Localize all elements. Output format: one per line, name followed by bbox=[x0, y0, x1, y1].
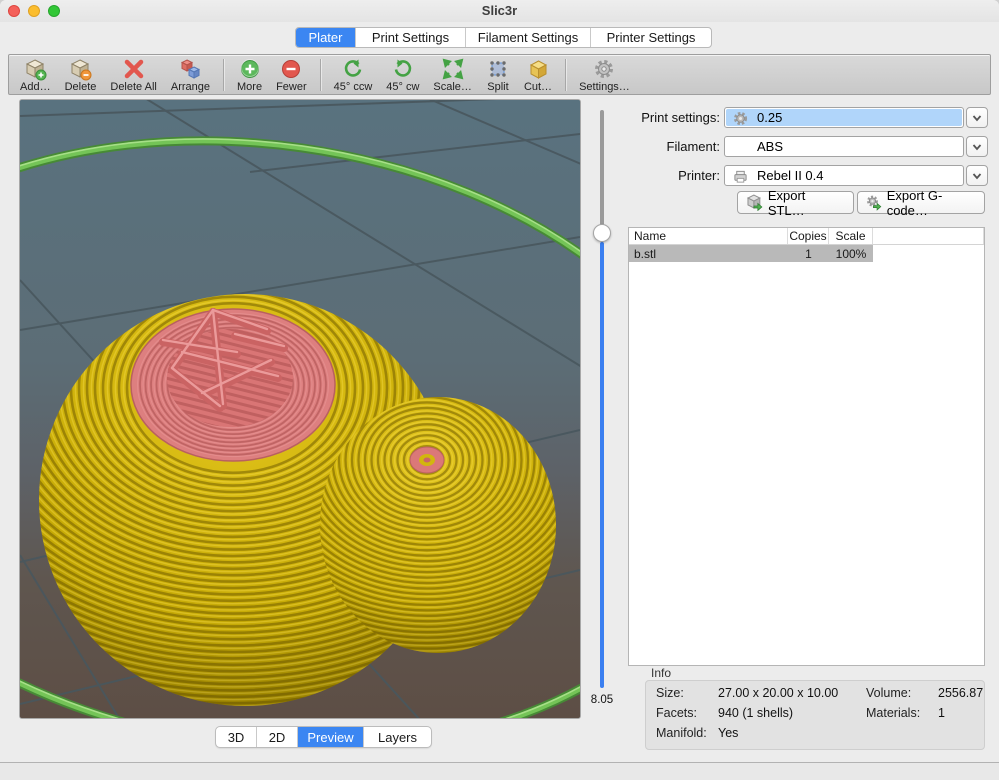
printer-value: Rebel II 0.4 bbox=[757, 166, 824, 185]
app-window: Slic3r Plater Print Settings Filament Se… bbox=[0, 0, 999, 780]
fewer-copies-icon bbox=[279, 58, 303, 81]
size-label: Size: bbox=[656, 686, 718, 706]
volume-label: Volume: bbox=[866, 686, 938, 706]
row-name: b.stl bbox=[629, 245, 788, 262]
chevron-down-icon bbox=[971, 170, 983, 182]
export-stl-button[interactable]: Export STL… bbox=[737, 191, 854, 214]
print-settings-value: 0.25 bbox=[757, 108, 782, 127]
settings-icon bbox=[592, 58, 616, 81]
scale-icon bbox=[441, 58, 465, 81]
printer-combo[interactable]: Rebel II 0.4 bbox=[724, 165, 964, 186]
layer-slider-track-lower[interactable] bbox=[600, 242, 604, 688]
layer-slider-thumb[interactable] bbox=[593, 224, 611, 242]
cut-button[interactable]: Cut… bbox=[517, 57, 559, 93]
main-tab-bar: Plater Print Settings Filament Settings … bbox=[295, 27, 712, 48]
fewer-button[interactable]: Fewer bbox=[269, 57, 314, 93]
export-gcode-icon bbox=[866, 194, 882, 211]
more-copies-icon bbox=[238, 58, 262, 81]
print-settings-dropdown-button[interactable] bbox=[966, 107, 988, 128]
object-list-header: Name Copies Scale bbox=[629, 228, 984, 245]
add-object-icon bbox=[23, 58, 47, 81]
tab-plater[interactable]: Plater bbox=[296, 28, 356, 47]
column-header-name[interactable]: Name bbox=[629, 228, 788, 244]
printer-dropdown-button[interactable] bbox=[966, 165, 988, 186]
settings-button[interactable]: Settings… bbox=[572, 57, 637, 93]
row-scale: 100% bbox=[829, 245, 873, 262]
window-title: Slic3r bbox=[0, 0, 999, 22]
column-header-scale[interactable]: Scale bbox=[829, 228, 873, 244]
arrange-icon bbox=[178, 58, 202, 81]
table-row[interactable]: b.stl 1 100% bbox=[629, 245, 984, 262]
print-settings-label: Print settings: bbox=[628, 107, 720, 128]
add-button[interactable]: Add… bbox=[13, 57, 58, 93]
plater-toolbar: Add… Delete Delete All bbox=[8, 54, 991, 95]
tab-filament-settings[interactable]: Filament Settings bbox=[466, 28, 591, 47]
object-list: Name Copies Scale b.stl 1 100% bbox=[628, 227, 985, 666]
delete-all-button[interactable]: Delete All bbox=[103, 57, 163, 93]
facets-label: Facets: bbox=[656, 706, 718, 726]
printer-icon bbox=[733, 169, 748, 184]
chevron-down-icon bbox=[971, 112, 983, 124]
manifold-label: Manifold: bbox=[656, 726, 718, 746]
filament-combo[interactable]: ABS bbox=[724, 136, 964, 157]
footer-strip bbox=[0, 763, 999, 780]
split-button[interactable]: Split bbox=[479, 57, 517, 93]
more-button[interactable]: More bbox=[230, 57, 269, 93]
info-section-title: Info bbox=[651, 666, 671, 680]
scale-button[interactable]: Scale… bbox=[426, 57, 479, 93]
arrange-button[interactable]: Arrange bbox=[164, 57, 217, 93]
printer-label: Printer: bbox=[628, 165, 720, 186]
filament-value: ABS bbox=[757, 137, 783, 156]
export-stl-icon bbox=[746, 194, 763, 211]
manifold-value: Yes bbox=[718, 726, 866, 746]
print-preview-scene bbox=[20, 100, 580, 718]
gear-icon bbox=[733, 111, 748, 126]
title-bar: Slic3r bbox=[0, 0, 999, 22]
view-tab-3d[interactable]: 3D bbox=[216, 727, 257, 747]
info-panel: Size: 27.00 x 20.00 x 10.00 Volume: 2556… bbox=[645, 680, 985, 750]
view-tab-layers[interactable]: Layers bbox=[364, 727, 431, 747]
delete-object-icon bbox=[68, 58, 92, 81]
rotate-cw-icon bbox=[391, 58, 415, 81]
view-tab-2d[interactable]: 2D bbox=[257, 727, 298, 747]
toolbar-separator bbox=[565, 59, 566, 91]
delete-all-icon bbox=[122, 58, 146, 81]
tab-print-settings[interactable]: Print Settings bbox=[356, 28, 466, 47]
view-mode-tabs: 3D 2D Preview Layers bbox=[215, 726, 432, 748]
toolbar-separator bbox=[320, 59, 321, 91]
chevron-down-icon bbox=[971, 141, 983, 153]
tab-printer-settings[interactable]: Printer Settings bbox=[591, 28, 711, 47]
size-value: 27.00 x 20.00 x 10.00 bbox=[718, 686, 866, 706]
filament-dropdown-button[interactable] bbox=[966, 136, 988, 157]
layer-slider-value: 8.05 bbox=[582, 694, 622, 706]
print-settings-combo[interactable]: 0.25 bbox=[724, 107, 964, 128]
export-gcode-button[interactable]: Export G-code… bbox=[857, 191, 985, 214]
column-header-empty bbox=[873, 228, 984, 244]
rotate-cw-button[interactable]: 45° cw bbox=[379, 57, 426, 93]
split-icon bbox=[486, 58, 510, 81]
toolbar-separator bbox=[223, 59, 224, 91]
view-tab-preview[interactable]: Preview bbox=[298, 727, 364, 747]
materials-label: Materials: bbox=[866, 706, 938, 726]
layer-slider-track-upper[interactable] bbox=[600, 110, 604, 233]
rotate-ccw-button[interactable]: 45° ccw bbox=[327, 57, 380, 93]
3d-preview-canvas[interactable] bbox=[19, 99, 581, 719]
export-gcode-label: Export G-code… bbox=[887, 188, 976, 218]
filament-label: Filament: bbox=[628, 136, 720, 157]
volume-value: 2556.87 bbox=[938, 686, 984, 706]
column-header-copies[interactable]: Copies bbox=[788, 228, 829, 244]
export-stl-label: Export STL… bbox=[768, 188, 845, 218]
cut-icon bbox=[526, 58, 550, 81]
materials-value: 1 bbox=[938, 706, 984, 726]
rotate-ccw-icon bbox=[341, 58, 365, 81]
row-copies: 1 bbox=[788, 245, 829, 262]
facets-value: 940 (1 shells) bbox=[718, 706, 866, 726]
delete-button[interactable]: Delete bbox=[58, 57, 104, 93]
